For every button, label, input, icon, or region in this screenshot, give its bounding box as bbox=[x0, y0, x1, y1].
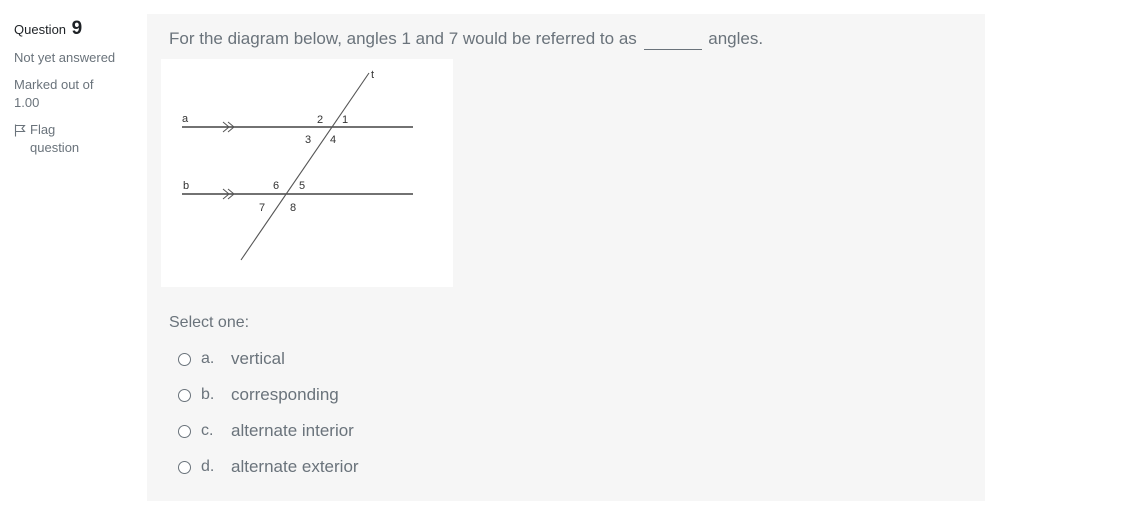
answer-text-b[interactable]: corresponding bbox=[231, 385, 339, 405]
answer-option-d[interactable]: d. alternate exterior bbox=[178, 449, 359, 485]
angle-label-8: 8 bbox=[290, 202, 296, 214]
answer-letter-a: a. bbox=[201, 350, 215, 367]
flag-icon bbox=[14, 124, 26, 137]
grade-value: 1.00 bbox=[14, 95, 40, 110]
line-label-a: a bbox=[182, 113, 189, 125]
question-text: For the diagram below, angles 1 and 7 wo… bbox=[169, 29, 763, 50]
answer-letter-c: c. bbox=[201, 422, 214, 439]
radio-button-c[interactable] bbox=[178, 424, 191, 438]
answer-letter-b: b. bbox=[201, 386, 215, 403]
answer-options: a. vertical b. corresponding c. alternat… bbox=[178, 341, 359, 485]
angle-label-7: 7 bbox=[259, 202, 265, 214]
answer-text-c[interactable]: alternate interior bbox=[231, 421, 354, 441]
radio-button-a[interactable] bbox=[178, 352, 191, 366]
angle-label-1: 1 bbox=[342, 114, 348, 126]
diagram-svg: a b t 1 2 3 4 5 6 7 8 bbox=[182, 69, 413, 261]
radio-button-b[interactable] bbox=[178, 388, 191, 402]
parallel-lines-diagram: a b t 1 2 3 4 5 6 7 8 bbox=[161, 59, 453, 287]
answer-option-a[interactable]: a. vertical bbox=[178, 341, 359, 377]
line-label-b: b bbox=[183, 180, 189, 192]
question-number: 9 bbox=[71, 18, 83, 39]
angle-label-6: 6 bbox=[273, 180, 279, 192]
answer-letter-d: d. bbox=[201, 458, 215, 475]
answer-option-b[interactable]: b. corresponding bbox=[178, 377, 359, 413]
answer-option-c[interactable]: c. alternate interior bbox=[178, 413, 359, 449]
question-number-line: Question 9 bbox=[14, 18, 124, 39]
radio-button-d[interactable] bbox=[178, 460, 191, 474]
quiz-page: Question 9 Not yet answered Marked out o… bbox=[0, 0, 1124, 528]
flag-label-line2: question bbox=[30, 140, 80, 155]
question-state: Not yet answered bbox=[14, 50, 116, 65]
question-text-start: For the diagram below, angles 1 and 7 wo… bbox=[169, 29, 637, 48]
select-prompt: Select one: bbox=[169, 314, 250, 331]
question-grade: Marked out of 1.00 bbox=[14, 76, 124, 112]
answer-text-d[interactable]: alternate exterior bbox=[231, 457, 359, 477]
question-content: For the diagram below, angles 1 and 7 wo… bbox=[147, 14, 985, 501]
transversal-line-t bbox=[240, 72, 370, 261]
grade-label: Marked out of bbox=[14, 77, 94, 92]
angle-label-2: 2 bbox=[317, 114, 323, 126]
flag-question-button[interactable]: Flag question bbox=[14, 121, 124, 157]
question-text-end: angles. bbox=[708, 29, 764, 48]
answer-text-a[interactable]: vertical bbox=[231, 349, 285, 369]
transversal-label: t bbox=[371, 69, 374, 81]
question-label: Question bbox=[14, 22, 67, 37]
angle-label-4: 4 bbox=[330, 134, 336, 146]
angle-label-5: 5 bbox=[299, 180, 305, 192]
question-info: Question 9 Not yet answered Marked out o… bbox=[14, 18, 124, 157]
answer-blank bbox=[643, 29, 702, 50]
angle-label-3: 3 bbox=[305, 134, 311, 146]
flag-label-line1: Flag bbox=[30, 122, 56, 137]
